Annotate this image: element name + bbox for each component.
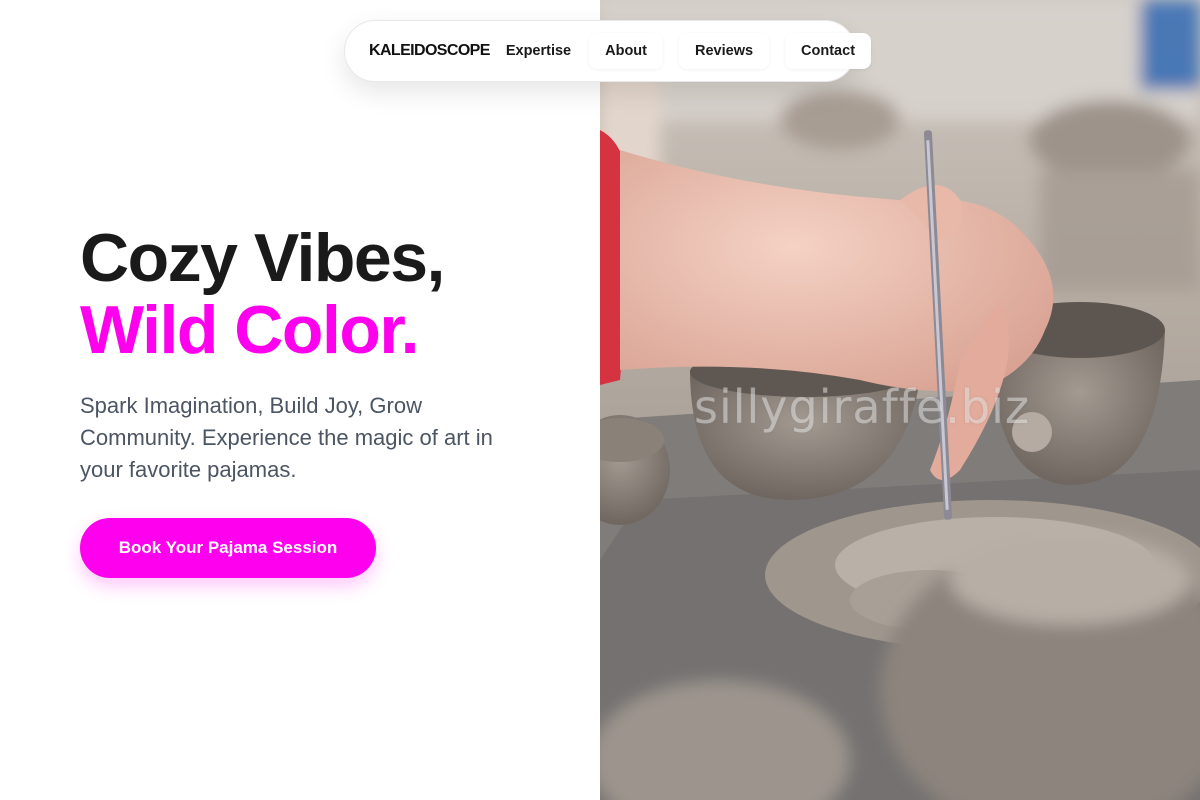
- hero-title: Cozy Vibes, Wild Color.: [80, 220, 445, 368]
- nav-link-contact[interactable]: Contact: [785, 33, 872, 69]
- hero-title-line-2: Wild Color.: [80, 292, 419, 368]
- top-navigation: KALEIDOSCOPE Expertise About Reviews Con…: [344, 20, 872, 82]
- nav-link-reviews[interactable]: Reviews: [679, 33, 770, 69]
- photo-watermark: sillygiraffe.biz: [694, 380, 1031, 434]
- brand-logo[interactable]: KALEIDOSCOPE: [369, 42, 490, 60]
- hero-subtitle: Spark Imagination, Build Joy, Grow Commu…: [80, 393, 493, 482]
- nav-link-expertise[interactable]: Expertise: [506, 33, 589, 69]
- nav-link-about[interactable]: About: [589, 33, 663, 69]
- hero-photo: sillygiraffe.biz: [600, 0, 1200, 800]
- hero-title-line-1: Cozy Vibes,: [80, 220, 445, 296]
- book-session-button[interactable]: Book Your Pajama Session: [80, 518, 376, 578]
